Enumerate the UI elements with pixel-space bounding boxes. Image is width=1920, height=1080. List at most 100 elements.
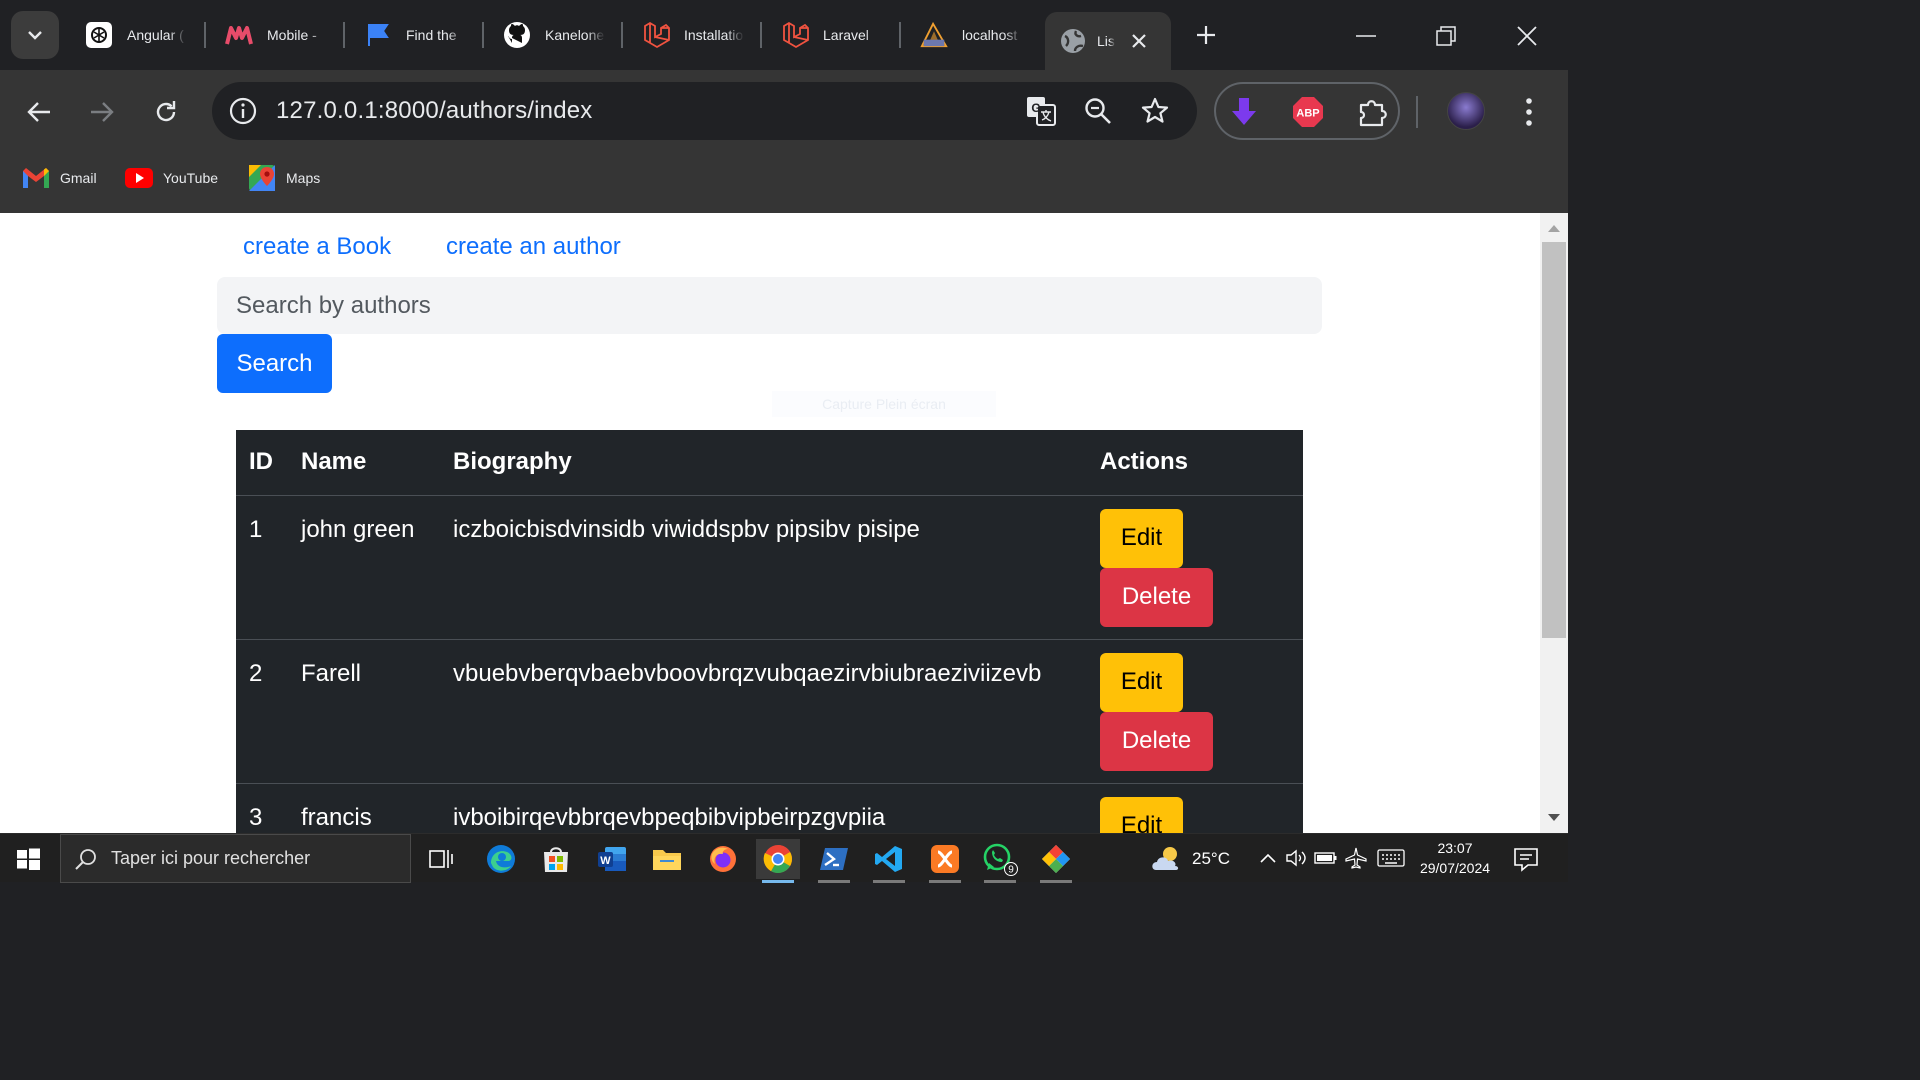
capture-overlay: Capture Plein écran [772, 391, 996, 417]
close-window-button[interactable] [1505, 14, 1549, 58]
file-explorer-icon[interactable] [645, 839, 689, 879]
scroll-up-icon[interactable] [1546, 222, 1562, 234]
tab-find[interactable]: Find the [364, 12, 466, 58]
address-bar[interactable]: 127.0.0.1:8000/authors/index G [212, 82, 1197, 140]
flag-icon [364, 21, 392, 49]
url-text[interactable]: 127.0.0.1:8000/authors/index [276, 97, 593, 125]
phpmyadmin-icon [920, 21, 948, 49]
bookmark-youtube[interactable]: YouTube [125, 164, 218, 192]
firefox-icon[interactable] [701, 839, 745, 879]
powershell-icon[interactable] [812, 839, 856, 883]
chevron-up-icon[interactable] [1256, 846, 1280, 870]
edit-button[interactable]: Edit [1100, 796, 1183, 833]
create-book-link[interactable]: create a Book [243, 233, 391, 261]
edge-icon[interactable] [479, 839, 523, 879]
column-header-biography: Biography [440, 430, 1087, 496]
tab-search-button[interactable] [11, 11, 59, 59]
plus-icon [1197, 26, 1215, 44]
battery-icon[interactable] [1314, 846, 1338, 870]
keyboard-icon[interactable] [1376, 846, 1406, 870]
forward-button[interactable] [80, 90, 124, 134]
restore-button[interactable] [1424, 14, 1468, 58]
tab-title: Installatio [684, 27, 744, 43]
search-button[interactable]: Search [217, 334, 332, 393]
table-row: 1 john green iczboicbisdvinsidb viwiddsp… [236, 495, 1303, 640]
edit-button[interactable]: Edit [1100, 652, 1183, 712]
weather-widget[interactable]: 25°C [1150, 842, 1230, 876]
taskbar-search-box[interactable]: Taper ici pour rechercher [60, 834, 411, 883]
restore-icon [1436, 26, 1456, 46]
translate-icon[interactable]: G [1024, 94, 1058, 128]
word-icon[interactable]: W [590, 839, 634, 879]
cell-id: 1 [236, 495, 288, 640]
site-info-icon[interactable] [226, 94, 260, 128]
airplane-mode-icon[interactable] [1344, 846, 1368, 870]
reload-button[interactable] [144, 90, 188, 134]
browser-menu-button[interactable] [1512, 92, 1546, 132]
bookmark-label: Maps [286, 170, 321, 186]
tab-laravel[interactable]: Laravel [781, 12, 883, 58]
windows-start-icon[interactable] [12, 844, 44, 874]
back-button[interactable] [17, 90, 61, 134]
microsoft-store-icon[interactable] [534, 839, 578, 879]
edit-button[interactable]: Edit [1100, 508, 1183, 568]
tab-title: Lis [1097, 33, 1115, 49]
tab-mobile[interactable]: Mobile - [225, 12, 327, 58]
minimize-button[interactable] [1344, 14, 1388, 58]
clock-time: 23:07 [1437, 840, 1473, 856]
tab-github[interactable]: Kanelone [503, 12, 605, 58]
delete-button[interactable]: Delete [1100, 567, 1213, 627]
speaker-icon[interactable] [1284, 846, 1308, 870]
scroll-down-icon[interactable] [1546, 812, 1562, 824]
table-row: 3 francis ivboibirqevbbrqevbpeqbibvipbei… [236, 783, 1303, 833]
download-arrow-icon[interactable] [1226, 94, 1262, 130]
profile-avatar[interactable] [1447, 92, 1485, 130]
xampp-icon[interactable] [923, 839, 967, 883]
table-header-row: ID Name Biography Actions [236, 430, 1303, 496]
bookmark-label: Gmail [60, 170, 97, 186]
cell-name: john green [288, 495, 440, 640]
puzzle-icon[interactable] [1354, 94, 1390, 130]
tab-title: Laravel [823, 27, 869, 43]
column-header-id: ID [236, 430, 288, 496]
new-tab-button[interactable] [1190, 19, 1222, 51]
tab-installation[interactable]: Installatio [642, 12, 744, 58]
svg-text:G: G [1031, 101, 1040, 115]
delete-button[interactable]: Delete [1100, 711, 1213, 771]
chrome-icon[interactable] [756, 839, 800, 883]
youtube-icon [125, 164, 153, 192]
bookmark-gmail[interactable]: Gmail [22, 164, 97, 192]
cell-actions: Edit Delete [1087, 783, 1303, 833]
close-icon[interactable] [1129, 31, 1149, 51]
svg-text:W: W [600, 855, 611, 867]
whatsapp-icon[interactable]: 9 [978, 839, 1022, 883]
tab-strip: Angular ( Mobile - Find the Kanelone Ins… [0, 0, 1568, 70]
git-client-icon[interactable] [1034, 839, 1078, 883]
task-view-icon[interactable] [419, 839, 463, 879]
close-icon [1517, 26, 1537, 46]
tab-title: Find the [406, 27, 457, 43]
vscode-icon[interactable] [867, 839, 911, 883]
cell-biography: iczboicbisdvinsidb viwiddspbv pipsibv pi… [440, 495, 1087, 640]
search-input[interactable] [217, 277, 1322, 334]
arrow-right-icon [91, 102, 114, 122]
table-row: 2 Farell vbuebvberqvbaebvboovbrqzvubqaez… [236, 639, 1303, 784]
cell-biography: vbuebvberqvbaebvboovbrqzvubqaezirvbiubra… [440, 639, 1087, 784]
zoom-icon[interactable] [1081, 94, 1115, 128]
brand-m-icon [225, 21, 253, 49]
tab-authors-active[interactable]: Lis [1045, 12, 1171, 70]
bookmark-star-icon[interactable] [1138, 94, 1172, 128]
tab-angular[interactable]: Angular ( [85, 12, 187, 58]
notification-icon[interactable] [1512, 846, 1540, 872]
laravel-icon [642, 21, 670, 49]
abp-icon[interactable]: ABP [1290, 94, 1326, 130]
scrollbar-thumb[interactable] [1542, 242, 1566, 638]
more-vertical-icon [1526, 98, 1532, 126]
system-clock[interactable]: 23:07 29/07/2024 [1412, 838, 1498, 878]
bookmark-maps[interactable]: Maps [248, 164, 320, 192]
create-author-link[interactable]: create an author [446, 233, 621, 261]
clock-date: 29/07/2024 [1419, 860, 1491, 876]
cell-name: francis [288, 783, 440, 833]
tab-localhost[interactable]: localhost [920, 12, 1022, 58]
column-header-name: Name [288, 430, 440, 496]
